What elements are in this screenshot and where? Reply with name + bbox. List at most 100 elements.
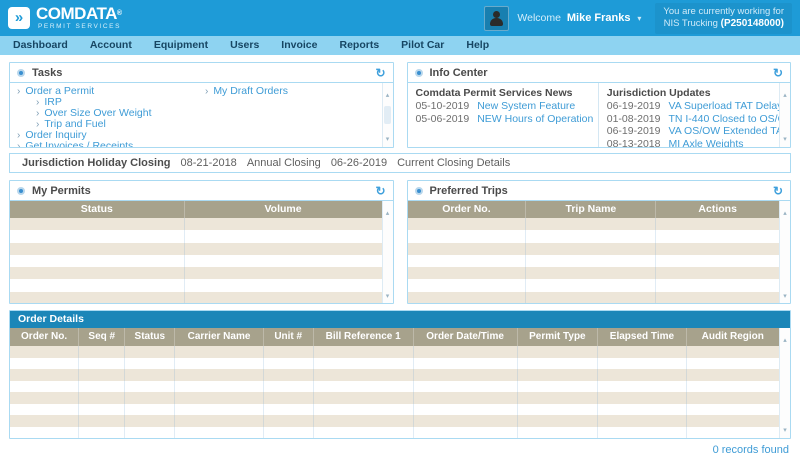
scroll-down-icon[interactable]: [783, 128, 787, 146]
user-avatar-icon[interactable]: [484, 6, 509, 31]
column-header-status: Status: [125, 328, 175, 346]
refresh-icon[interactable]: [375, 67, 385, 79]
table-cell: [264, 427, 314, 439]
tasks-panel-header: Tasks: [10, 63, 393, 83]
news-link[interactable]: NEW Hours of Operation: [477, 113, 593, 125]
update-link[interactable]: VA OS/OW Extended TAT: [668, 125, 788, 137]
nav-item-account[interactable]: Account: [79, 36, 143, 55]
nav-item-help[interactable]: Help: [455, 36, 500, 55]
table-cell: [414, 392, 518, 404]
update-link[interactable]: MI Axle Weights: [668, 138, 743, 148]
chevron-right-icon: [36, 108, 39, 119]
table-cell: [526, 230, 656, 242]
news-item: 05-06-2019 NEW Hours of Operation: [416, 113, 590, 126]
current-closing-details-link[interactable]: Current Closing Details: [397, 157, 510, 169]
panel-bullet-icon: [17, 187, 25, 195]
scroll-down-icon[interactable]: [386, 128, 390, 146]
table-cell: [10, 230, 185, 242]
refresh-icon[interactable]: [773, 67, 783, 79]
table-cell: [185, 243, 382, 255]
refresh-icon[interactable]: [375, 185, 385, 197]
table-cell: [10, 404, 79, 416]
scroll-up-icon[interactable]: [783, 84, 787, 102]
chevron-down-icon: [637, 14, 641, 23]
brand-subtitle: PERMIT SERVICES: [36, 23, 122, 30]
table-cell: [687, 427, 779, 439]
table-cell: [656, 267, 779, 279]
scroll-up-icon[interactable]: [783, 202, 787, 220]
table-cell: [125, 358, 175, 370]
user-menu[interactable]: Welcome Mike Franks: [517, 12, 641, 24]
table-cell: [125, 369, 175, 381]
order-details-panel: Order Details Order No. Seq # Status Car…: [9, 310, 791, 439]
task-get-invoices-receipts[interactable]: Get Invoices / Receipts: [17, 141, 205, 148]
column-header-status: Status: [10, 201, 185, 218]
nav-item-reports[interactable]: Reports: [328, 36, 390, 55]
scroll-up-icon[interactable]: [386, 202, 390, 220]
table-cell: [185, 255, 382, 267]
table-cell: [408, 279, 527, 291]
updates-heading: Jurisdiction Updates: [607, 86, 782, 100]
column-header-audit-region: Audit Region: [687, 328, 779, 346]
table-cell: [185, 292, 382, 304]
table-cell: [175, 404, 263, 416]
table-cell: [125, 415, 175, 427]
scroll-up-icon[interactable]: [386, 84, 390, 102]
table-cell: [656, 218, 779, 230]
preferred-trips-scrollbar[interactable]: [779, 201, 790, 304]
info-center-title: Info Center: [430, 67, 488, 79]
scroll-down-icon[interactable]: [783, 285, 787, 303]
news-link[interactable]: New System Feature: [477, 100, 575, 112]
info-center-scrollbar[interactable]: [779, 83, 790, 147]
table-cell: [518, 427, 599, 439]
scroll-down-icon[interactable]: [386, 285, 390, 303]
table-cell: [79, 415, 125, 427]
welcome-label: Welcome: [517, 12, 561, 24]
comdata-logo[interactable]: COMDATA® PERMIT SERVICES: [8, 6, 122, 30]
news-date: 05-06-2019: [416, 113, 470, 125]
scroll-up-icon[interactable]: [783, 329, 787, 347]
column-header-unit: Unit #: [264, 328, 314, 346]
table-cell: [518, 346, 599, 358]
table-cell: [185, 279, 382, 291]
table-cell: [125, 381, 175, 393]
table-row: [10, 243, 382, 255]
nav-item-users[interactable]: Users: [219, 36, 270, 55]
my-permits-scrollbar[interactable]: [382, 201, 393, 304]
column-header-order-no: Order No.: [408, 201, 527, 218]
update-link[interactable]: TN I-440 Closed to OS/OW: [668, 113, 791, 125]
nav-item-dashboard[interactable]: Dashboard: [2, 36, 79, 55]
my-permits-rows: [10, 218, 382, 304]
table-cell: [10, 292, 185, 304]
panel-bullet-icon: [415, 69, 423, 77]
task-my-draft-orders[interactable]: My Draft Orders: [205, 86, 379, 97]
refresh-icon[interactable]: [773, 185, 783, 197]
scrollbar-thumb[interactable]: [384, 106, 391, 124]
table-row: [10, 427, 779, 439]
table-cell: [656, 292, 779, 304]
table-cell: [526, 243, 656, 255]
table-cell: [264, 358, 314, 370]
table-cell: [408, 230, 527, 242]
main-nav: Dashboard Account Equipment Users Invoic…: [0, 36, 800, 55]
table-row: [408, 292, 780, 304]
table-cell: [526, 218, 656, 230]
working-for-indicator: You are currently working for NIS Trucki…: [655, 3, 792, 34]
nav-item-equipment[interactable]: Equipment: [143, 36, 219, 55]
update-date: 01-08-2019: [607, 113, 661, 125]
tasks-scrollbar[interactable]: [382, 83, 393, 147]
scroll-down-icon[interactable]: [783, 419, 787, 437]
table-cell: [314, 415, 414, 427]
order-details-scrollbar[interactable]: [779, 328, 790, 438]
chevron-right-icon: [17, 141, 20, 148]
table-cell: [10, 346, 79, 358]
nav-item-pilot-car[interactable]: Pilot Car: [390, 36, 455, 55]
my-permits-grid: Status Volume: [10, 201, 393, 304]
annual-closing-label: Annual Closing: [247, 157, 321, 169]
dashboard-content: Tasks Order a Permit IRP Over Size Over …: [0, 55, 800, 455]
update-link[interactable]: VA Superload TAT Delay: [668, 100, 782, 112]
working-for-account: (P250148000): [721, 18, 784, 29]
column-header-carrier-name: Carrier Name: [175, 328, 263, 346]
table-cell: [526, 255, 656, 267]
nav-item-invoice[interactable]: Invoice: [270, 36, 328, 55]
